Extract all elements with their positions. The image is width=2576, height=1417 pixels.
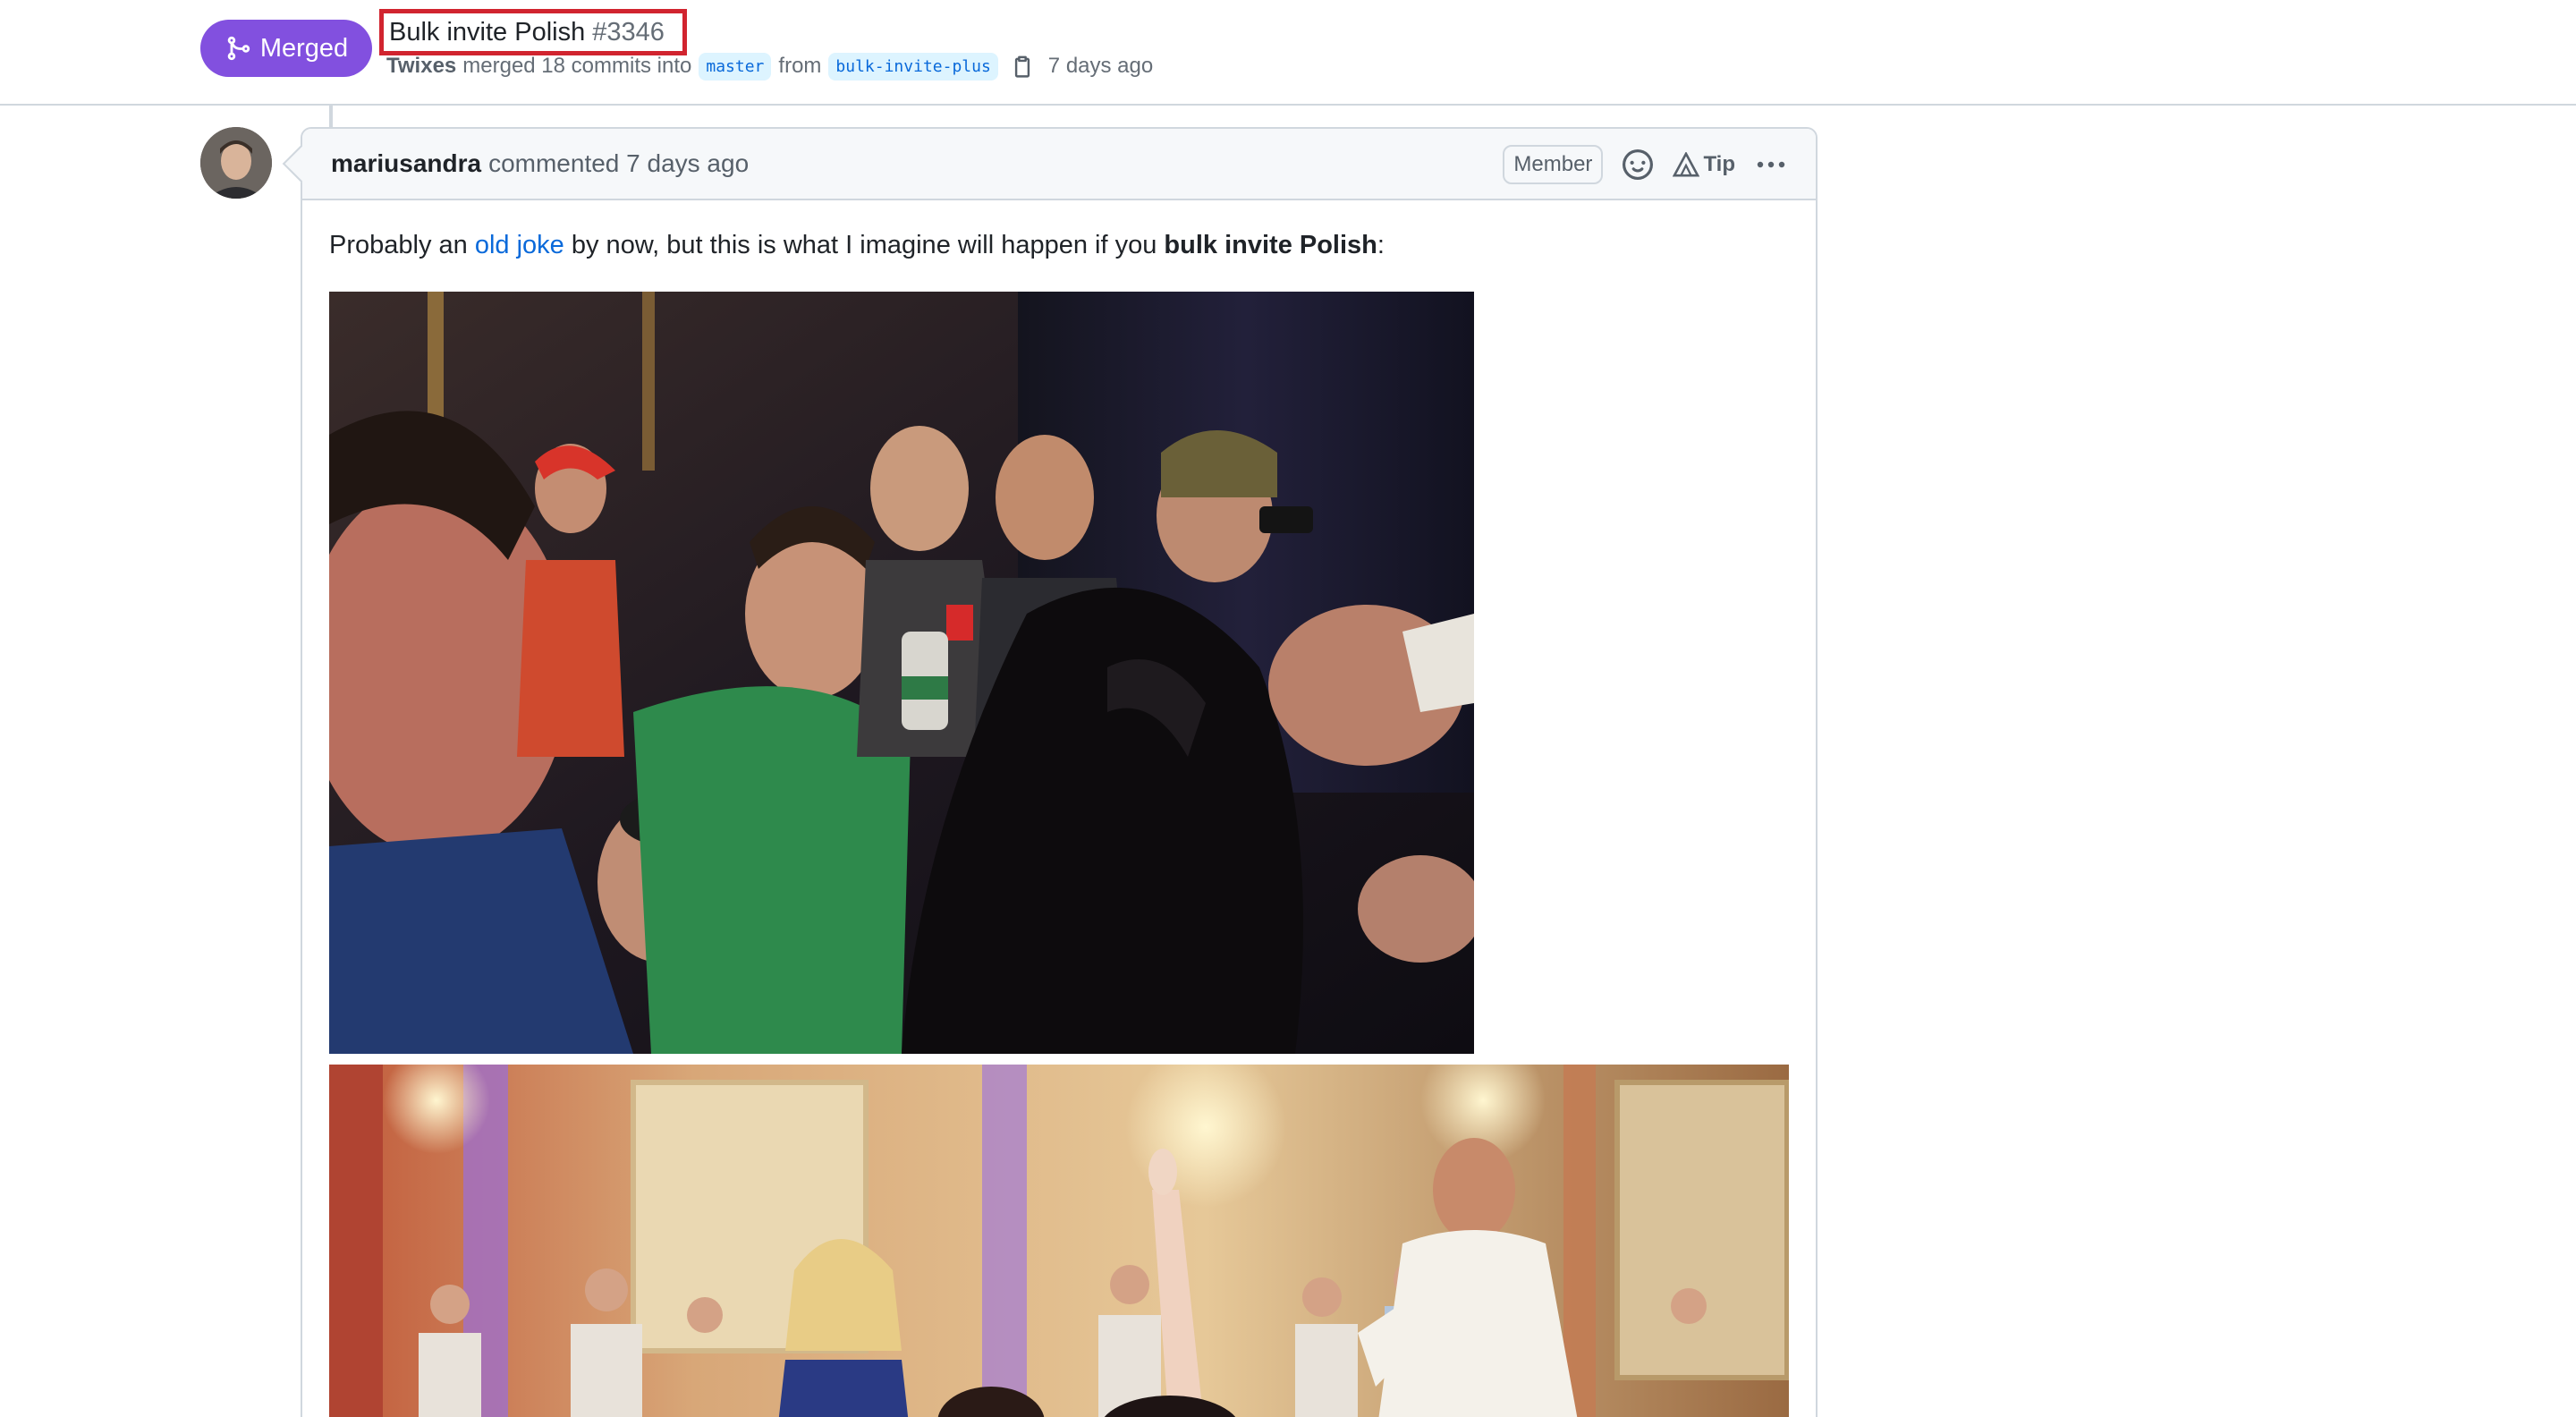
comment-text: Probably an old joke by now, but this is… (329, 231, 1789, 260)
pr-meta: Twixes merged 18 commits into master fro… (386, 50, 1153, 82)
avatar[interactable] (200, 127, 272, 199)
copy-icon[interactable] (1011, 54, 1034, 79)
pr-sticky-header: Merged Bulk invite Polish #3346 Twixes m… (0, 0, 2576, 106)
base-branch[interactable]: master (699, 52, 772, 81)
pr-state-label: Merged (259, 33, 349, 63)
comment-author[interactable]: mariusandra (331, 149, 481, 178)
comment-box: mariusandra commented 7 days ago Member … (301, 127, 1818, 1417)
comment-body: Probably an old joke by now, but this is… (302, 200, 1816, 291)
tip-button[interactable]: Tip (1673, 152, 1735, 177)
tip-label: Tip (1703, 152, 1735, 176)
kebab-horizontal-icon[interactable] (1755, 159, 1787, 170)
comment-action: commented 7 days ago (488, 149, 750, 177)
pr-title[interactable]: Bulk invite Polish (389, 18, 585, 47)
party-photo[interactable] (329, 292, 1474, 1054)
head-branch[interactable]: bulk-invite-plus (828, 52, 998, 81)
timeline-line (329, 106, 333, 129)
body-text-1: Probably an (329, 231, 468, 259)
smiley-icon[interactable] (1623, 149, 1654, 180)
pr-title-highlight: Bulk invite Polish #3346 (379, 9, 687, 55)
wedding-photo[interactable] (329, 1065, 1789, 1417)
body-text-2: by now, but this is what I imagine will … (571, 231, 1157, 259)
pr-author[interactable]: Twixes (386, 54, 456, 79)
from-text: from (778, 54, 822, 78)
body-text-3: : (1377, 231, 1385, 259)
comment-actions: Member Tip (1503, 129, 1787, 200)
alert-triangle-icon (1673, 152, 1700, 177)
pr-number: #3346 (592, 17, 665, 47)
pr-state-badge: Merged (200, 20, 372, 77)
comment-header: mariusandra commented 7 days ago Member … (302, 129, 1816, 200)
pr-time: 7 days ago (1047, 54, 1154, 78)
git-merge-icon (227, 36, 250, 61)
merge-text: merged 18 commits into (462, 54, 692, 78)
member-badge: Member (1503, 145, 1604, 184)
body-bold-text: bulk invite Polish (1164, 231, 1377, 259)
old-joke-link[interactable]: old joke (475, 231, 564, 259)
